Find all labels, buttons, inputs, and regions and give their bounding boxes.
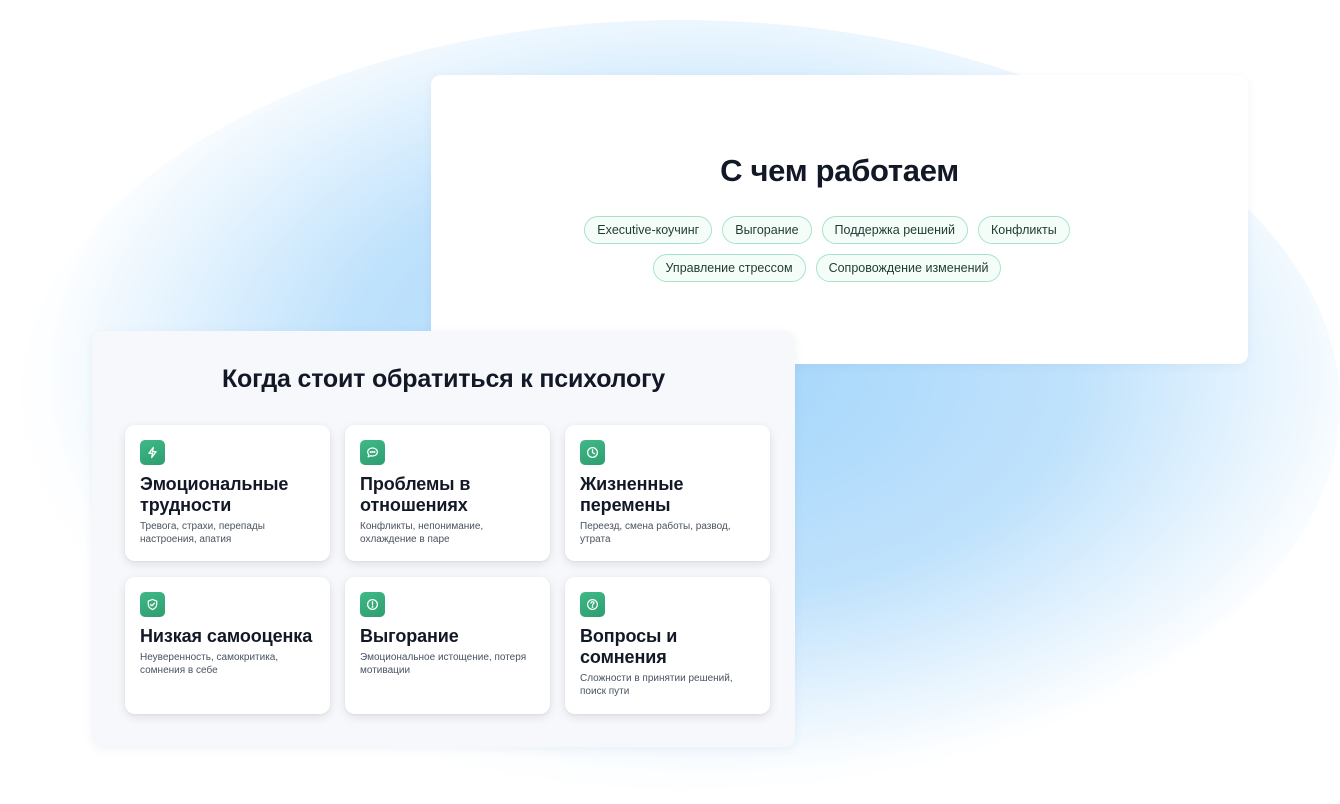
reason-card-burnout[interactable]: Выгорание Эмоциональное истощение, потер… — [345, 577, 550, 714]
question-circle-icon — [580, 592, 605, 617]
reason-description: Эмоциональное истощение, потеря мотиваци… — [360, 652, 527, 676]
tag-conflicts[interactable]: Конфликты — [977, 216, 1070, 244]
work-areas-title: С чем работаем — [720, 153, 959, 188]
reason-title: Эмоциональные трудности — [140, 474, 289, 515]
reasons-grid: Эмоциональные трудности Тревога, страхи,… — [125, 425, 770, 714]
reason-title: Проблемы в отношениях — [360, 474, 471, 515]
reason-title: Выгорание — [360, 626, 459, 646]
reason-title: Жизненные перемены — [580, 474, 684, 515]
work-areas-card: С чем работаем Executive-коучинг Выгоран… — [431, 75, 1248, 364]
when-to-contact-title: Когда стоит обратиться к психологу — [221, 365, 665, 393]
reason-title: Вопросы и сомнения — [580, 626, 678, 667]
reason-description: Тревога, страхи, перепады настроения, ап… — [140, 521, 265, 545]
reason-description: Сложности в принятии решений, поиск пути — [580, 673, 733, 697]
reason-description: Неуверенность, самокритика, сомнения в с… — [140, 652, 279, 676]
tag-change-support[interactable]: Сопровождение изменений — [815, 254, 1002, 282]
reason-card-emotional[interactable]: Эмоциональные трудности Тревога, страхи,… — [125, 425, 330, 561]
reason-card-self-esteem[interactable]: Низкая самооценка Неуверенность, самокри… — [125, 577, 330, 714]
when-to-contact-card: Когда стоит обратиться к психологу Эмоци… — [92, 331, 795, 747]
reason-description: Переезд, смена работы, развод, утрата — [580, 521, 731, 545]
reason-title: Низкая самооценка — [140, 626, 313, 646]
chat-bubble-icon — [360, 440, 385, 465]
tag-burnout[interactable]: Выгорание — [722, 216, 812, 244]
alert-circle-icon — [360, 592, 385, 617]
tag-stress-management[interactable]: Управление стрессом — [652, 254, 806, 282]
lightning-icon — [140, 440, 165, 465]
reason-card-life-changes[interactable]: Жизненные перемены Переезд, смена работы… — [565, 425, 770, 561]
work-areas-tags: Executive-коучинг Выгорание Поддержка ре… — [561, 216, 1093, 282]
tag-decision-support[interactable]: Поддержка решений — [821, 216, 968, 244]
tag-executive-coaching[interactable]: Executive-коучинг — [584, 216, 713, 244]
reason-card-relationships[interactable]: Проблемы в отношениях Конфликты, непоним… — [345, 425, 550, 561]
shield-check-icon — [140, 592, 165, 617]
clock-icon — [580, 440, 605, 465]
reason-card-doubts[interactable]: Вопросы и сомнения Сложности в принятии … — [565, 577, 770, 714]
reason-description: Конфликты, непонимание, охлаждение в пар… — [360, 521, 484, 545]
